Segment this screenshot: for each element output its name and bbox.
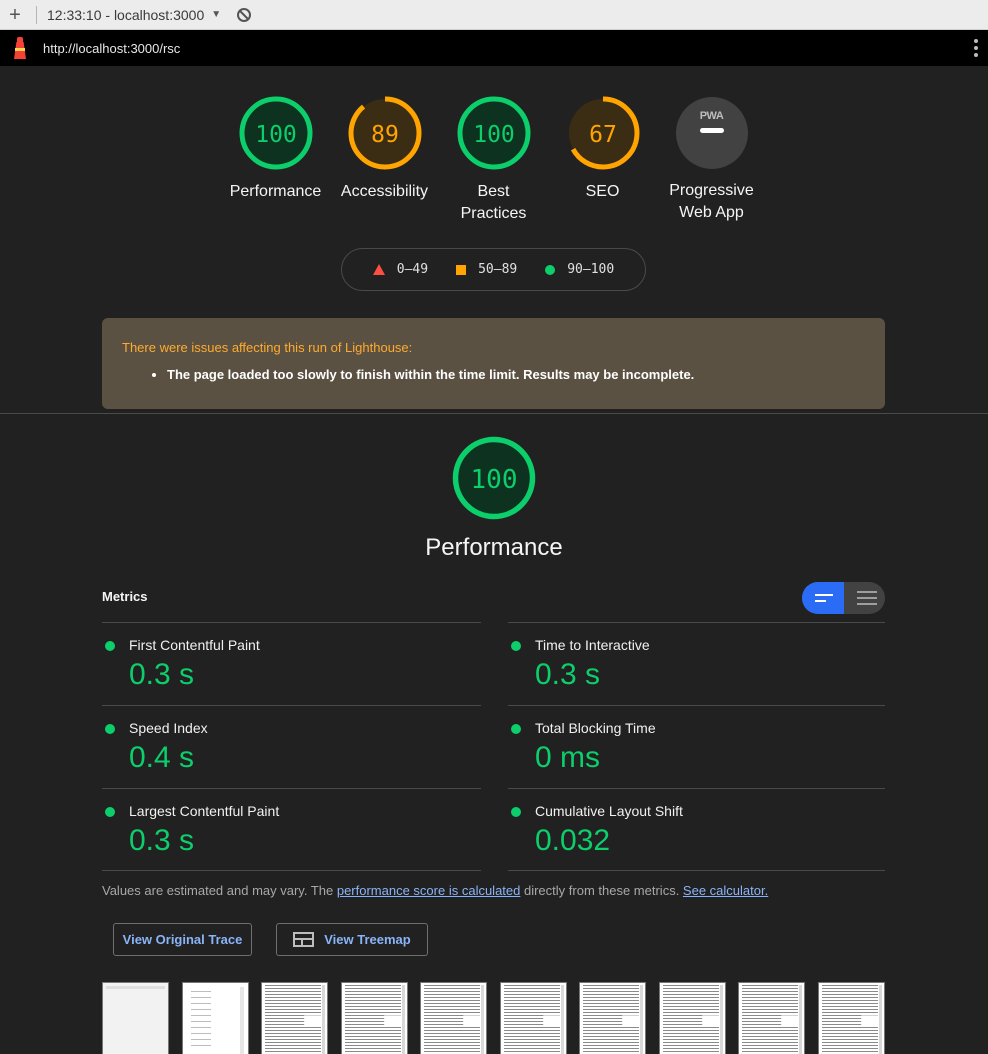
filmstrip-frame bbox=[420, 982, 487, 1054]
gauge-ring: 100 bbox=[457, 96, 530, 170]
metric-name: Speed Index bbox=[129, 720, 208, 736]
summary-view-icon[interactable] bbox=[802, 582, 844, 614]
legend-pass: 90–100 bbox=[545, 262, 614, 277]
gauge-label: Progressive Web App bbox=[669, 182, 754, 221]
gauge-label: Best Practices bbox=[460, 183, 527, 222]
block-icon[interactable] bbox=[237, 7, 252, 22]
pwa-badge-text: PWA bbox=[699, 110, 724, 122]
legend-range: 50–89 bbox=[478, 262, 518, 277]
filmstrip-frame bbox=[261, 982, 328, 1054]
metrics-heading: Metrics bbox=[102, 589, 148, 604]
filmstrip-frame bbox=[341, 982, 408, 1054]
pass-circle-icon bbox=[105, 807, 115, 817]
square-icon bbox=[456, 264, 467, 275]
legend-fail: 0–49 bbox=[372, 262, 429, 277]
lighthouse-logo-icon bbox=[12, 37, 28, 59]
pass-circle-icon bbox=[511, 724, 521, 734]
pass-circle-icon bbox=[105, 724, 115, 734]
gauge-pwa[interactable]: PWA Progressive Web App bbox=[657, 96, 766, 225]
filmstrip-frame bbox=[579, 982, 646, 1054]
tab-title[interactable]: 12:33:10 - localhost:3000 bbox=[47, 7, 204, 23]
pwa-dash bbox=[699, 128, 724, 133]
metric-total-blocking-time: Total Blocking Time 0 ms bbox=[508, 705, 885, 788]
toolbar-separator bbox=[36, 5, 37, 24]
filmstrip-frame bbox=[738, 982, 805, 1054]
gauge-label: SEO bbox=[585, 183, 620, 200]
gauge-score: 100 bbox=[473, 122, 515, 148]
warning-item: The page loaded too slowly to finish wit… bbox=[167, 367, 865, 382]
metric-first-contentful-paint: First Contentful Paint 0.3 s bbox=[102, 622, 481, 705]
pass-circle-icon bbox=[511, 807, 521, 817]
gauge-performance[interactable]: 100 Performance bbox=[221, 96, 330, 225]
metric-name: Cumulative Layout Shift bbox=[535, 803, 683, 819]
url-bar: http://localhost:3000/rsc bbox=[0, 30, 988, 66]
gauge-ring: 100 bbox=[239, 96, 312, 170]
runtime-warning: There were issues affecting this run of … bbox=[102, 318, 885, 409]
metric-time-to-interactive: Time to Interactive 0.3 s bbox=[508, 622, 885, 705]
gauge-ring: 67 bbox=[566, 96, 639, 170]
metric-speed-index: Speed Index 0.4 s bbox=[102, 705, 481, 788]
list-view-icon[interactable] bbox=[844, 582, 886, 614]
performance-gauge: 100 bbox=[452, 436, 536, 520]
performance-title: Performance bbox=[425, 534, 563, 561]
triangle-icon bbox=[372, 264, 385, 275]
browser-top-bar: + 12:33:10 - localhost:3000 ▼ bbox=[0, 0, 988, 30]
score-legend: 0–49 50–89 90–100 bbox=[341, 248, 646, 291]
metric-value: 0.3 s bbox=[129, 824, 195, 857]
metric-value: 0.3 s bbox=[535, 658, 601, 691]
gauge-seo[interactable]: 67 SEO bbox=[548, 96, 657, 225]
performance-score: 100 bbox=[471, 465, 518, 495]
view-original-trace-button[interactable]: View Original Trace bbox=[113, 923, 252, 956]
metric-name: Time to Interactive bbox=[535, 637, 650, 653]
score-calculated-link[interactable]: performance score is calculated bbox=[337, 883, 521, 898]
metric-value: 0.4 s bbox=[129, 741, 195, 774]
gauge-best-practices[interactable]: 100 Best Practices bbox=[439, 96, 548, 225]
page-url[interactable]: http://localhost:3000/rsc bbox=[43, 41, 180, 56]
gauge-label: Performance bbox=[229, 183, 322, 200]
metric-name: Largest Contentful Paint bbox=[129, 803, 280, 819]
pwa-badge-icon: PWA bbox=[675, 97, 748, 169]
filmstrip-frame bbox=[818, 982, 885, 1054]
metrics-note: Values are estimated and may vary. The p… bbox=[102, 883, 768, 898]
metric-largest-contentful-paint: Largest Contentful Paint 0.3 s bbox=[102, 788, 481, 871]
warning-list: The page loaded too slowly to finish wit… bbox=[167, 367, 865, 382]
gauge-label: Accessibility bbox=[340, 183, 429, 200]
filmstrip-frame bbox=[102, 982, 169, 1054]
legend-range: 0–49 bbox=[396, 262, 429, 277]
metric-value: 0 ms bbox=[535, 741, 601, 774]
pass-circle-icon bbox=[511, 641, 521, 651]
section-divider bbox=[0, 413, 988, 414]
filmstrip bbox=[102, 982, 885, 1054]
gauge-score: 100 bbox=[255, 122, 297, 148]
chevron-down-icon[interactable]: ▼ bbox=[211, 9, 221, 20]
gauge-ring: 89 bbox=[348, 96, 421, 170]
circle-icon bbox=[545, 264, 556, 275]
gauge-score: 67 bbox=[589, 122, 617, 148]
gauge-score: 89 bbox=[371, 122, 399, 148]
filmstrip-frame bbox=[182, 982, 249, 1054]
metric-name: Total Blocking Time bbox=[535, 720, 656, 736]
filmstrip-frame bbox=[659, 982, 726, 1054]
metric-cumulative-layout-shift: Cumulative Layout Shift 0.032 bbox=[508, 788, 885, 871]
pass-circle-icon bbox=[105, 641, 115, 651]
filmstrip-frame bbox=[500, 982, 567, 1054]
legend-range: 90–100 bbox=[567, 262, 615, 277]
legend-average: 50–89 bbox=[456, 262, 517, 277]
metric-name: First Contentful Paint bbox=[129, 637, 260, 653]
score-gauges: 100 Performance 89 Accessibility 100 Bes… bbox=[221, 96, 766, 225]
metric-value: 0.032 bbox=[535, 824, 611, 857]
view-treemap-button[interactable]: View Treemap bbox=[276, 923, 428, 956]
note-text: directly from these metrics. bbox=[520, 883, 683, 898]
metrics-view-toggle[interactable] bbox=[802, 582, 885, 614]
see-calculator-link[interactable]: See calculator. bbox=[683, 883, 768, 898]
new-tab-plus-icon[interactable]: + bbox=[0, 0, 30, 30]
note-text: Values are estimated and may vary. The bbox=[102, 883, 337, 898]
metric-value: 0.3 s bbox=[129, 658, 195, 691]
more-options-icon[interactable] bbox=[974, 39, 978, 57]
warning-title: There were issues affecting this run of … bbox=[122, 340, 413, 355]
button-label: View Original Trace bbox=[122, 932, 243, 947]
gauge-accessibility[interactable]: 89 Accessibility bbox=[330, 96, 439, 225]
treemap-icon bbox=[293, 932, 315, 947]
button-label: View Treemap bbox=[324, 932, 411, 947]
